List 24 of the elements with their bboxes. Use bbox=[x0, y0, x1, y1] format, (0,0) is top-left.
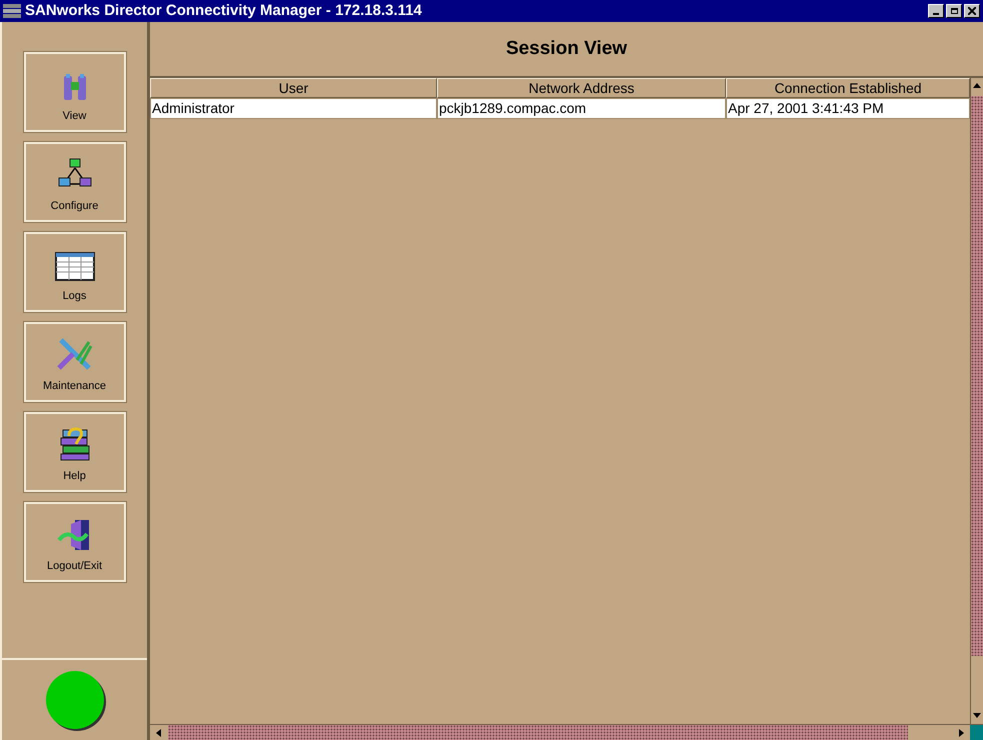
horizontal-scrollbar[interactable] bbox=[150, 724, 983, 740]
scrollbar-corner bbox=[970, 724, 983, 740]
sidebar-button[interactable]: View bbox=[24, 52, 126, 132]
column-header[interactable]: Connection Established bbox=[726, 78, 970, 98]
vertical-scrollbar[interactable] bbox=[970, 78, 983, 724]
sidebar-button[interactable]: Configure bbox=[24, 142, 126, 222]
column-header[interactable]: User bbox=[150, 78, 437, 98]
window-title: SANworks Director Connectivity Manager - 172.18.3.114 bbox=[25, 0, 423, 21]
tools-icon bbox=[54, 336, 94, 372]
close-button[interactable] bbox=[964, 4, 980, 18]
close-icon bbox=[968, 7, 976, 15]
sidebar-button[interactable]: Help bbox=[24, 412, 126, 492]
column-header[interactable]: Network Address bbox=[437, 78, 726, 98]
minimize-button[interactable] bbox=[928, 4, 944, 18]
app-icon bbox=[3, 3, 21, 19]
panel-title: Session View bbox=[506, 36, 628, 61]
table-icon bbox=[54, 252, 94, 282]
sidebar-button[interactable]: Logout/Exit bbox=[24, 502, 126, 582]
table-cell: Administrator bbox=[150, 98, 437, 119]
table-cell: pckjb1289.compac.com bbox=[437, 98, 726, 119]
sidebar-button[interactable]: Logs bbox=[24, 232, 126, 312]
table-cell: Apr 27, 2001 3:41:43 PM bbox=[726, 98, 970, 119]
sidebar-button[interactable]: Maintenance bbox=[24, 322, 126, 402]
restore-button[interactable] bbox=[946, 4, 962, 18]
